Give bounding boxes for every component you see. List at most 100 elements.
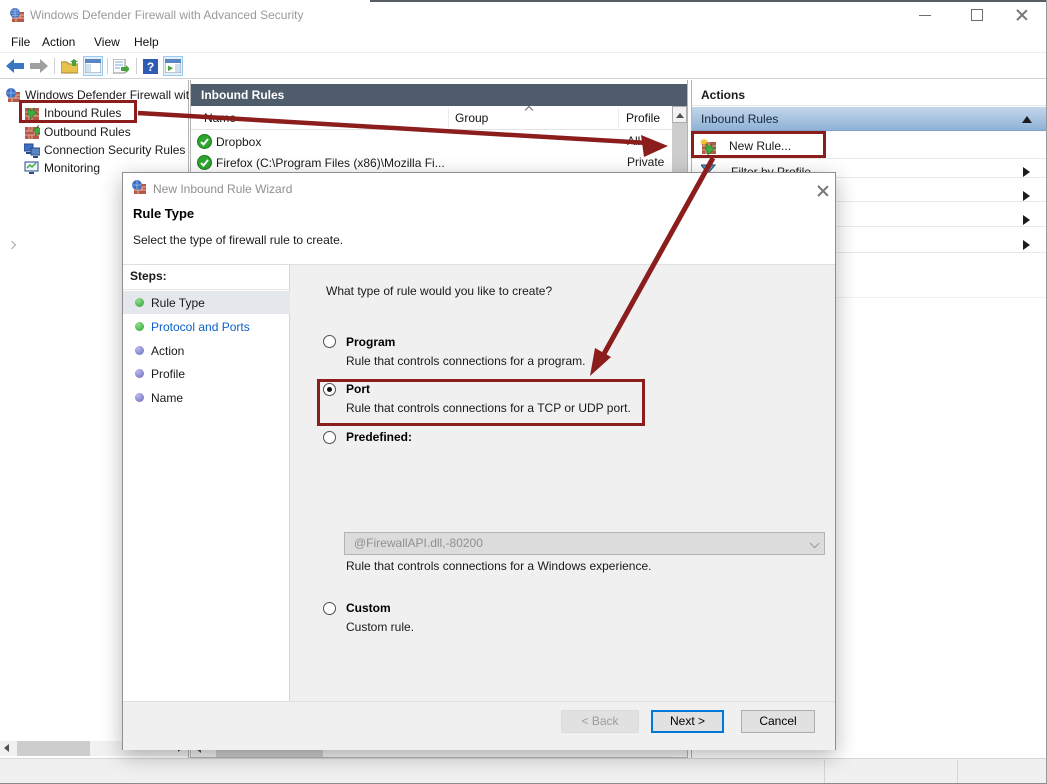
tree-item-label: Connection Security Rules	[44, 143, 185, 157]
monitoring-icon	[24, 160, 40, 176]
actions-section-header[interactable]: Inbound Rules	[692, 107, 1046, 131]
menu-action[interactable]: Action	[38, 34, 79, 50]
minimize-button[interactable]	[908, 0, 942, 30]
next-button[interactable]: Next >	[651, 710, 724, 733]
annotation-box-new-rule	[691, 131, 826, 158]
collapse-icon[interactable]	[1022, 116, 1032, 123]
dialog-title: New Inbound Rule Wizard	[153, 182, 292, 196]
step-name[interactable]: Name	[123, 386, 290, 409]
scroll-up-icon[interactable]	[672, 106, 687, 123]
option-label-predefined[interactable]: Predefined:	[346, 430, 412, 444]
sort-ascending-icon	[525, 106, 533, 114]
back-icon[interactable]	[5, 56, 25, 76]
radio-program[interactable]	[323, 335, 336, 348]
step-bullet-icon	[135, 393, 144, 402]
steps-label: Steps:	[130, 269, 167, 283]
step-label: Action	[151, 344, 184, 358]
rule-enabled-check-icon	[197, 134, 212, 150]
rules-banner: Inbound Rules	[191, 84, 687, 106]
step-profile[interactable]: Profile	[123, 362, 290, 385]
forward-icon[interactable]	[29, 56, 49, 76]
wizard-body: Steps: Rule Type Protocol and Ports Acti…	[123, 265, 835, 701]
step-bullet-icon	[135, 298, 144, 307]
annotation-box-port-option	[317, 379, 645, 426]
tree-item-outbound-rules[interactable]: Outbound Rules	[0, 122, 189, 141]
steps-panel: Steps: Rule Type Protocol and Ports Acti…	[123, 265, 290, 701]
step-label: Rule Type	[151, 296, 205, 310]
actions-title: Actions	[692, 84, 1046, 106]
dialog-close-icon[interactable]	[815, 183, 831, 199]
wizard-question: What type of rule would you like to crea…	[326, 284, 552, 298]
rule-name: Dropbox	[216, 135, 261, 149]
close-icon[interactable]	[1014, 7, 1030, 23]
option-label-program[interactable]: Program	[346, 335, 395, 349]
step-action[interactable]: Action	[123, 339, 290, 362]
back-button[interactable]: < Back	[561, 710, 639, 733]
step-bullet-icon	[135, 369, 144, 378]
submenu-arrow-icon	[1023, 240, 1030, 250]
tree-item-label: Outbound Rules	[44, 125, 131, 139]
wizard-page-heading: Rule Type	[133, 206, 194, 221]
submenu-arrow-icon	[1023, 167, 1030, 177]
tree-item-label: Monitoring	[44, 161, 100, 175]
list-header-row: Name Group Profile	[191, 106, 672, 130]
option-desc-program: Rule that controls connections for a pro…	[346, 354, 585, 368]
option-label-custom[interactable]: Custom	[346, 601, 391, 615]
column-header-name[interactable]: Name	[204, 111, 236, 125]
wizard-footer: < Back Next > Cancel	[123, 702, 835, 750]
menu-bar: File Action View Help	[0, 30, 1047, 53]
window-title: Windows Defender Firewall with Advanced …	[30, 8, 303, 22]
rule-profile: Private	[627, 155, 664, 169]
screen-edge-artifact	[370, 0, 1047, 2]
rule-row-firefox[interactable]: Firefox (C:\Program Files (x86)\Mozilla …	[191, 152, 672, 173]
step-protocol-and-ports[interactable]: Protocol and Ports	[123, 315, 290, 338]
submenu-arrow-icon	[1023, 191, 1030, 201]
option-desc-predefined: Rule that controls connections for a Win…	[346, 559, 652, 573]
firewall-app-icon	[9, 7, 25, 23]
submenu-arrow-icon	[1023, 215, 1030, 225]
chevron-down-icon	[810, 538, 820, 548]
toolbar: ?	[0, 53, 1047, 79]
predefined-dropdown-value: @FirewallAPI.dll,-80200	[354, 536, 483, 550]
expand-chevron-icon[interactable]	[8, 241, 16, 249]
column-header-group[interactable]: Group	[455, 111, 488, 125]
firewall-dialog-icon	[131, 179, 147, 195]
tree-item-connection-security-rules[interactable]: Connection Security Rules	[0, 140, 189, 159]
new-inbound-rule-wizard-dialog: New Inbound Rule Wizard Rule Type Select…	[122, 172, 836, 750]
rule-row-dropbox[interactable]: Dropbox All	[191, 131, 672, 152]
scrollbar-thumb[interactable]	[17, 741, 90, 756]
show-tree-folder-icon[interactable]	[59, 56, 79, 76]
menu-help[interactable]: Help	[130, 34, 163, 50]
menu-file[interactable]: File	[7, 34, 34, 50]
cancel-button[interactable]: Cancel	[741, 710, 815, 733]
rule-profile: All	[627, 134, 640, 148]
action-pane-icon[interactable]	[163, 56, 183, 76]
scroll-left-icon[interactable]	[0, 741, 15, 756]
export-list-icon[interactable]	[111, 56, 131, 76]
svg-text:?: ?	[146, 60, 153, 74]
step-bullet-icon	[135, 322, 144, 331]
radio-custom[interactable]	[323, 602, 336, 615]
step-rule-type[interactable]: Rule Type	[123, 291, 290, 314]
column-header-profile[interactable]: Profile	[626, 111, 660, 125]
rule-enabled-check-icon	[197, 155, 212, 171]
predefined-dropdown[interactable]: @FirewallAPI.dll,-80200	[344, 532, 825, 555]
outbound-rules-icon	[24, 124, 40, 140]
step-bullet-icon	[135, 346, 144, 355]
step-label[interactable]: Protocol and Ports	[151, 320, 250, 334]
annotation-box-inbound-rules	[19, 100, 137, 123]
radio-predefined[interactable]	[323, 431, 336, 444]
app-window: Windows Defender Firewall with Advanced …	[0, 0, 1047, 784]
title-bar: Windows Defender Firewall with Advanced …	[0, 0, 1047, 30]
menu-view[interactable]: View	[90, 34, 124, 50]
step-label: Profile	[151, 367, 185, 381]
option-desc-custom: Custom rule.	[346, 620, 414, 634]
status-bar	[0, 758, 1047, 784]
actions-section-label: Inbound Rules	[701, 112, 778, 126]
maximize-button[interactable]	[960, 0, 994, 30]
rule-name: Firefox (C:\Program Files (x86)\Mozilla …	[216, 156, 445, 170]
console-window-icon[interactable]	[83, 56, 103, 76]
connection-security-icon	[24, 142, 40, 158]
wizard-page-subheading: Select the type of firewall rule to crea…	[133, 233, 343, 247]
help-icon[interactable]: ?	[140, 56, 160, 76]
